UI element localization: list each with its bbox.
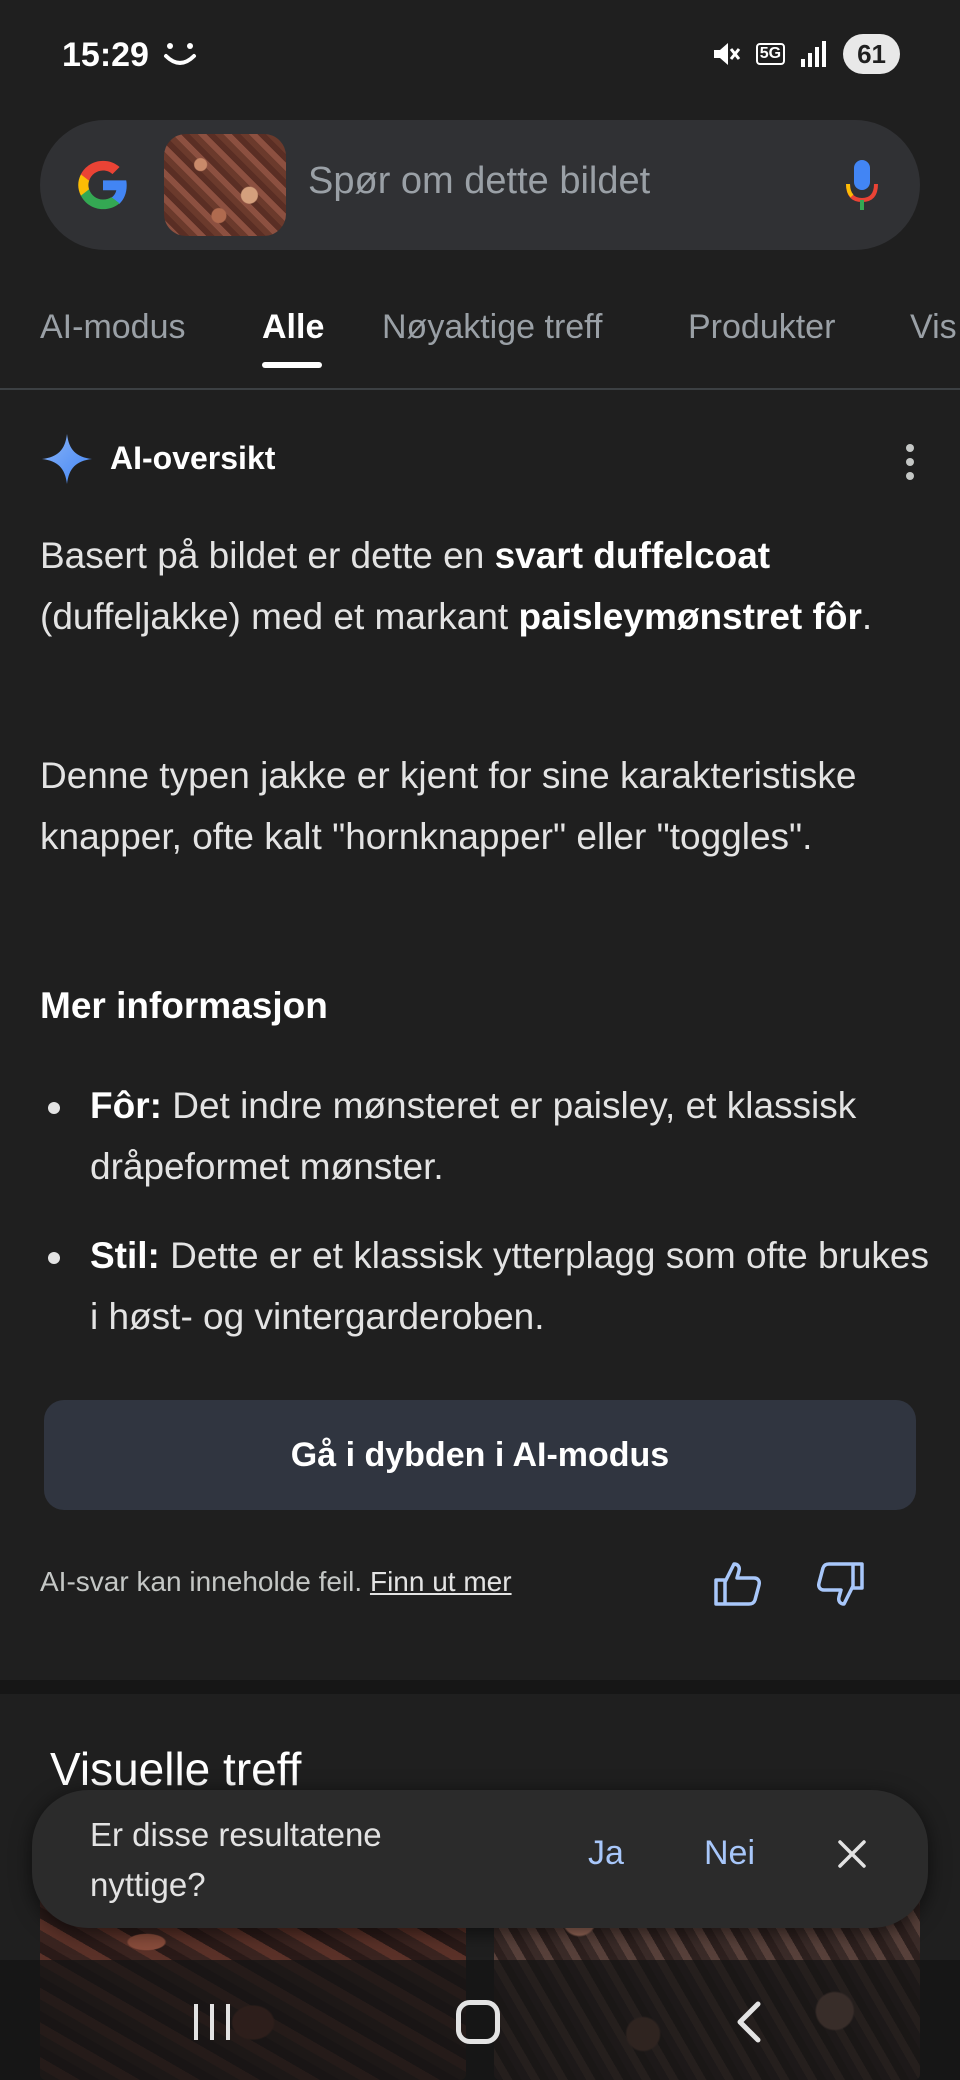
ai-disclaimer: AI-svar kan inneholde feil. Finn ut mer [40, 1566, 512, 1597]
signal-icon [801, 41, 827, 67]
deep-dive-ai-mode-button[interactable]: Gå i dybden i AI-modus [44, 1400, 916, 1510]
thumbs-up-icon[interactable] [712, 1558, 764, 1610]
close-icon[interactable] [832, 1834, 872, 1874]
ai-overview-title: AI-oversikt [110, 440, 276, 476]
sparkle-icon [42, 434, 92, 484]
ai-overview-paragraph-1: Basert på bildet er dette en svart duffe… [40, 535, 873, 637]
feedback-yes-button[interactable]: Ja [588, 1834, 624, 1873]
tab-visual[interactable]: Vis [910, 308, 957, 347]
ai-overview-paragraph-2: Denne typen jakke er kjent for sine kara… [40, 755, 857, 857]
thumbs-down-icon[interactable] [814, 1558, 866, 1610]
search-tabs: AI-modus Alle Nøyaktige treff Produkter … [0, 290, 960, 390]
google-logo-icon[interactable] [74, 156, 132, 214]
home-icon[interactable] [456, 2000, 500, 2044]
more-options-icon[interactable] [900, 440, 920, 480]
search-image-thumbnail[interactable] [164, 134, 286, 236]
status-bar: 15:29 5G 61 [0, 0, 960, 110]
highlight-duffelcoat: svart duffelcoat [494, 535, 771, 576]
search-input[interactable]: Spør om dette bildet [308, 160, 650, 203]
list-item: Fôr: Det indre mønsteret er paisley, et … [40, 1075, 930, 1197]
list-item: Stil: Dette er et klassisk ytterplagg so… [40, 1225, 930, 1347]
network-5g-icon: 5G [755, 43, 786, 65]
section-divider [0, 1680, 960, 1694]
battery-indicator: 61 [843, 34, 900, 74]
highlight-paisley-lining: paisleymønstret fôr [518, 596, 862, 637]
tab-all[interactable]: Alle [262, 308, 324, 347]
status-time: 15:29 [62, 36, 149, 74]
mute-icon [713, 43, 740, 65]
feedback-prompt: Er disse resultatene nyttige? Ja Nei [32, 1790, 928, 1928]
ai-overview-header: AI-oversikt [40, 432, 920, 488]
feedback-question: Er disse resultatene nyttige? [90, 1816, 382, 1903]
more-info-heading: Mer informasjon [40, 985, 328, 1026]
visual-matches-heading: Visuelle treff [50, 1743, 302, 1795]
active-tab-indicator [262, 362, 322, 368]
feedback-no-button[interactable]: Nei [704, 1834, 755, 1873]
microphone-icon[interactable] [842, 156, 882, 216]
tab-exact-matches[interactable]: Nøyaktige treff [382, 308, 602, 347]
smiley-status-icon [164, 43, 196, 65]
back-icon[interactable] [730, 2000, 770, 2044]
tab-ai-mode[interactable]: AI-modus [40, 308, 186, 347]
system-nav-bar [0, 1960, 960, 2080]
learn-more-link[interactable]: Finn ut mer [370, 1566, 512, 1597]
tab-products[interactable]: Produkter [688, 308, 835, 347]
search-bar[interactable]: Spør om dette bildet [40, 120, 920, 250]
recent-apps-icon[interactable] [190, 2002, 234, 2042]
